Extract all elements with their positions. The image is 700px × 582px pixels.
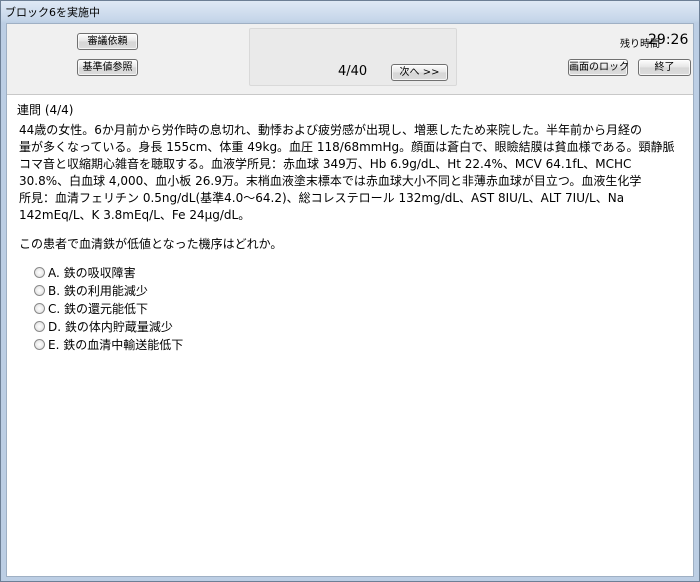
stem-line: 142mEq/L、K 3.8mEq/L、Fe 24μg/dL。 xyxy=(19,208,251,222)
stem-line: 30.8%、白血球 4,000、血小板 26.9万。末梢血液塗末標本では赤血球大… xyxy=(19,174,642,188)
end-button[interactable]: 終了 xyxy=(638,59,691,76)
radio-button-icon[interactable] xyxy=(34,302,45,314)
consult-button[interactable]: 審議依頼 xyxy=(77,33,138,50)
radio-button-icon[interactable] xyxy=(34,266,45,278)
radio-button-icon[interactable] xyxy=(34,320,45,332)
lock-screen-button[interactable]: 画面のロック xyxy=(568,59,629,76)
app-window: ブロック6を実施中 審議依頼 基準値参照 4/40 次へ >> 残り時間 29:… xyxy=(0,0,700,582)
option-label: A. 鉄の吸収障害 xyxy=(48,265,136,280)
toolbar: 審議依頼 基準値参照 4/40 次へ >> 残り時間 29:26 画面のロック … xyxy=(7,24,693,92)
window-title: ブロック6を実施中 xyxy=(5,6,100,19)
stem-line: 量が多くなっている。身長 155cm、体重 49kg。血圧 118/68mmHg… xyxy=(19,140,675,154)
next-button[interactable]: 次へ >> xyxy=(391,64,448,81)
question-header: 連問 (4/4) xyxy=(17,103,74,117)
option-d[interactable]: D. 鉄の体内貯蔵量減少 xyxy=(34,317,183,335)
stem-line: 所見：血清フェリチン 0.5ng/dL(基準4.0～64.2)、総コレステロール… xyxy=(19,191,625,205)
option-e[interactable]: E. 鉄の血清中輸送能低下 xyxy=(34,335,183,353)
question-panel: 連問 (4/4) 44歳の女性。6か月前から労作時の息切れ、動悸および疲労感が出… xyxy=(7,94,693,576)
question-prompt: この患者で血清鉄が低値となった機序はどれか。 xyxy=(19,237,283,251)
radio-button-icon[interactable] xyxy=(34,284,45,296)
question-stem: 44歳の女性。6か月前から労作時の息切れ、動悸および疲労感が出現し、増悪したため… xyxy=(19,122,679,224)
timer-value: 29:26 xyxy=(648,32,689,48)
option-label: D. 鉄の体内貯蔵量減少 xyxy=(48,319,173,334)
option-label: E. 鉄の血清中輸送能低下 xyxy=(48,337,184,352)
reference-values-button[interactable]: 基準値参照 xyxy=(77,59,138,76)
option-c[interactable]: C. 鉄の還元能低下 xyxy=(34,299,183,317)
stem-line: 44歳の女性。6か月前から労作時の息切れ、動悸および疲労感が出現し、増悪したため… xyxy=(19,123,643,137)
radio-button-icon[interactable] xyxy=(34,338,45,350)
option-a[interactable]: A. 鉄の吸収障害 xyxy=(34,263,183,281)
navigation-panel: 4/40 次へ >> xyxy=(249,28,457,86)
option-b[interactable]: B. 鉄の利用能減少 xyxy=(34,281,183,299)
option-label: C. 鉄の還元能低下 xyxy=(48,301,149,316)
stem-line: コマ音と収縮期心雑音を聴取する。血液学所見：赤血球 349万、Hb 6.9g/d… xyxy=(19,157,632,171)
page-indicator: 4/40 xyxy=(338,64,368,79)
answer-options: A. 鉄の吸収障害 B. 鉄の利用能減少 C. 鉄の還元能低下 D. 鉄の体内貯… xyxy=(34,263,183,353)
option-label: B. 鉄の利用能減少 xyxy=(48,283,148,298)
client-area: 審議依頼 基準値参照 4/40 次へ >> 残り時間 29:26 画面のロック … xyxy=(6,23,694,577)
